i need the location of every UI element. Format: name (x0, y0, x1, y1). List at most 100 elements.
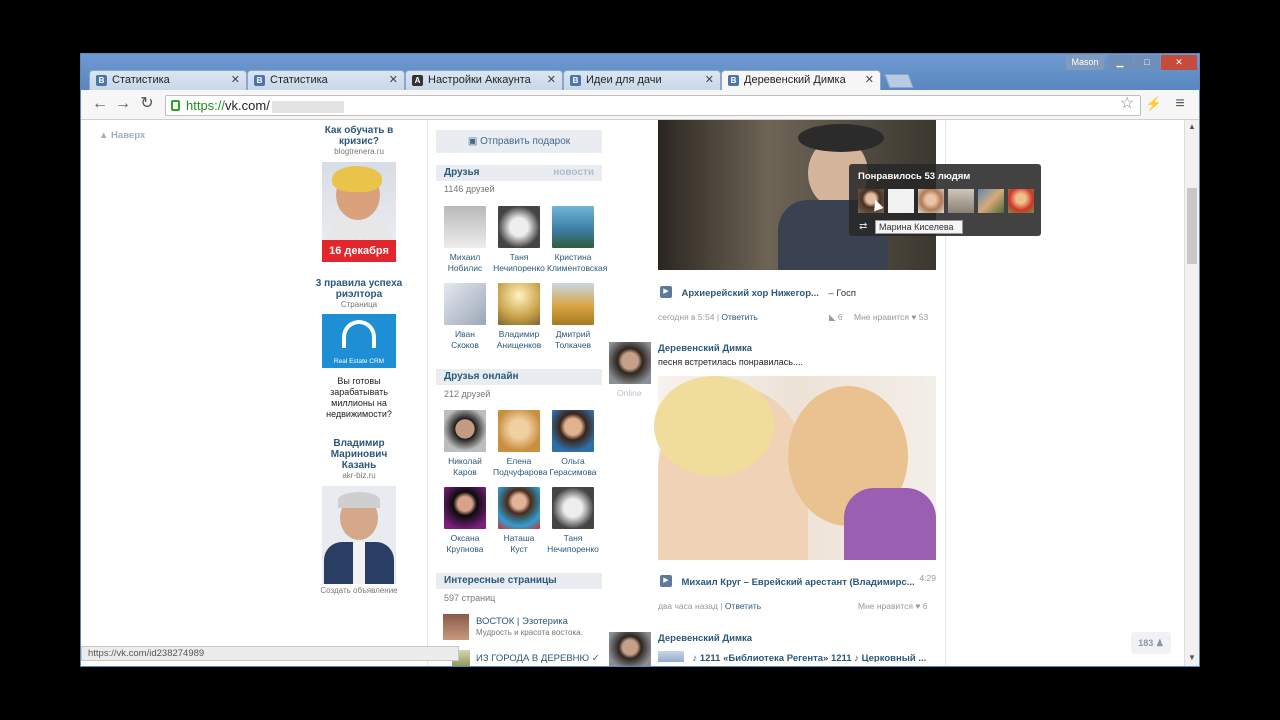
page-item[interactable]: ИЗ ГОРОДА В ДЕРЕВНЮ ✓ (443, 650, 603, 666)
post-photo-family[interactable] (654, 376, 936, 560)
scrollbar-thumb[interactable] (1187, 188, 1197, 264)
tab-5-active[interactable]: В Деревенский Димка ✕ (721, 70, 881, 90)
tab-2[interactable]: В Статистика ✕ (247, 70, 405, 90)
post-time[interactable]: сегодня в 5:54 (658, 312, 714, 322)
menu-icon[interactable]: ≡ (1171, 95, 1189, 113)
play-icon[interactable]: ▶ (660, 574, 672, 587)
friend-first-name: Ольга (561, 456, 585, 466)
friends-header[interactable]: Друзья новости (436, 165, 602, 181)
friend-first-name: Николай (448, 456, 482, 466)
tab-label: Настройки Аккаунта (428, 74, 531, 86)
audio-track[interactable]: ▶ Архиерейский хор Нижегор... – Госп (660, 283, 960, 299)
author-avatar[interactable] (609, 632, 651, 666)
scroll-up-link[interactable]: ▲ Наверх (99, 130, 145, 141)
liker-avatar[interactable] (978, 189, 1004, 213)
audio-title[interactable]: Архиерейский хор Нижегор... (681, 288, 818, 299)
friends-online-header[interactable]: Друзья онлайн (436, 369, 602, 385)
extension-icon[interactable]: ⚡ (1145, 95, 1163, 113)
reply-link[interactable]: Ответить (721, 312, 757, 322)
ad-title[interactable]: Как обучать в кризис? (309, 125, 409, 147)
friend-tile[interactable]: Иван Скоков (439, 283, 491, 351)
author-avatar[interactable] (609, 342, 651, 384)
ad-3[interactable]: Владимир Маринович Казань akr-biz.ru (309, 438, 409, 584)
address-bar[interactable]: https://vk.com/ (165, 95, 1141, 116)
close-tab-icon[interactable]: ✕ (705, 73, 714, 86)
liker-avatar[interactable] (918, 189, 944, 213)
post-text: песня встретилась понравилась.... (658, 357, 803, 367)
ad-2[interactable]: 3 правила успеха риэлтора Страница Real … (309, 278, 409, 420)
friend-tile[interactable]: Михаил Нобилис (439, 206, 491, 274)
scroll-up-arrow[interactable]: ▲ (1188, 122, 1196, 131)
friend-tile[interactable]: Николай Каров (439, 410, 491, 478)
like-label: Мне нравится (854, 312, 909, 322)
friend-tile[interactable]: Кристина Климентовская (547, 206, 607, 274)
friend-tile[interactable]: Ольга Герасимова (547, 410, 599, 478)
friends-online-title: Друзья онлайн (444, 371, 519, 382)
friend-tile[interactable]: Оксана Крупнова (439, 487, 491, 555)
post-meta: сегодня в 5:54 | Ответить ◣ 6 Мне нравит… (658, 312, 929, 323)
friend-tile[interactable]: Елена Подчуфарова (493, 410, 548, 478)
scrollbar[interactable]: ▲ ▼ (1184, 120, 1199, 666)
friends-news-link[interactable]: новости (553, 167, 594, 178)
post-time[interactable]: два часа назад (658, 601, 718, 611)
send-gift-button[interactable]: ▣ Отправить подарок (436, 130, 602, 153)
scroll-down-arrow[interactable]: ▼ (1188, 653, 1196, 662)
post-attachment[interactable]: ♪ 1211 «Библиотека Регента» 1211 ♪ Церко… (658, 648, 934, 662)
audio-track[interactable]: ▶ Михаил Круг – Еврейский арестант (Влад… (660, 572, 936, 588)
share-icon[interactable]: ⇄ (859, 221, 867, 232)
create-ad-link[interactable]: Создать объявление (309, 586, 409, 595)
back-icon[interactable]: ← (91, 95, 109, 113)
ad-title[interactable]: Владимир Маринович Казань (309, 438, 409, 471)
audio-title[interactable]: Михаил Круг – Еврейский арестант (Владим… (681, 577, 914, 588)
minimize-button[interactable]: ▁ (1107, 55, 1133, 70)
close-window-button[interactable]: ✕ (1161, 55, 1197, 70)
online-counter[interactable]: 183 ♟ (1131, 632, 1171, 654)
ad-title[interactable]: 3 правила успеха риэлтора (309, 278, 409, 300)
ad-1[interactable]: Как обучать в кризис? blogtrenera.ru 16 … (309, 125, 409, 262)
play-icon[interactable]: ▶ (660, 285, 672, 298)
tab-1[interactable]: В Статистика ✕ (89, 70, 247, 90)
maximize-button[interactable]: □ (1134, 55, 1160, 70)
gift-icon: ▣ (467, 136, 481, 147)
forward-icon[interactable]: → (114, 95, 132, 113)
friend-tile[interactable]: Таня Нечипоренко (493, 206, 545, 274)
pages-header[interactable]: Интересные страницы (436, 573, 602, 589)
page-name: ИЗ ГОРОДА В ДЕРЕВНЮ ✓ (476, 653, 600, 664)
left-column: ▲ Наверх (81, 120, 233, 666)
friend-tile[interactable]: Наташа Куст (493, 487, 545, 555)
like-button[interactable]: Мне нравится ♥ 53 (854, 312, 928, 322)
reload-icon[interactable]: ↻ (138, 95, 156, 113)
new-tab-button[interactable] (884, 74, 914, 88)
tab-3[interactable]: A Настройки Аккаунта ✕ (405, 70, 563, 90)
user-badge[interactable]: Mason (1066, 55, 1104, 70)
post-author[interactable]: Деревенский Димка (658, 633, 752, 644)
post-author[interactable]: Деревенский Димка (658, 343, 752, 354)
friend-tile[interactable]: Дмитрий Толкачев (547, 283, 599, 351)
close-tab-icon[interactable]: ✕ (389, 73, 398, 86)
friend-last-name: Крупнова (446, 544, 484, 554)
liker-avatar[interactable] (888, 189, 914, 213)
friend-tile[interactable]: Таня Нечипоренко (547, 487, 599, 555)
ad-domain: Страница (340, 300, 378, 309)
close-tab-icon[interactable]: ✕ (231, 73, 240, 86)
friend-last-name: Герасимова (549, 467, 597, 477)
friend-first-name: Таня (509, 252, 529, 262)
liker-avatar[interactable] (948, 189, 974, 213)
page-item[interactable]: ВОСТОК | Эзотерика Мудрость и красота во… (443, 614, 603, 642)
friend-avatar (444, 283, 486, 325)
like-button[interactable]: Мне нравится ♥ 6 (858, 601, 927, 611)
heart-icon: ♥ (911, 312, 917, 322)
tab-4[interactable]: В Идеи для дачи ✕ (563, 70, 721, 90)
page-name: ВОСТОК | Эзотерика (476, 616, 568, 627)
repost-count[interactable]: ◣ 6 (829, 312, 843, 323)
liker-avatar[interactable] (1008, 189, 1034, 213)
friend-last-name: Толкачев (554, 340, 592, 350)
close-tab-icon[interactable]: ✕ (547, 73, 556, 86)
close-tab-icon[interactable]: ✕ (865, 73, 874, 86)
likes-tooltip-title[interactable]: Понравилось 53 людям (849, 164, 1041, 182)
star-icon[interactable]: ☆ (1118, 95, 1136, 113)
friend-tile[interactable]: Владимир Анищенков (493, 283, 545, 351)
pages-count: 597 страниц (444, 593, 496, 603)
ad-domain: blogtrenera.ru (334, 147, 384, 156)
reply-link[interactable]: Ответить (725, 601, 761, 611)
